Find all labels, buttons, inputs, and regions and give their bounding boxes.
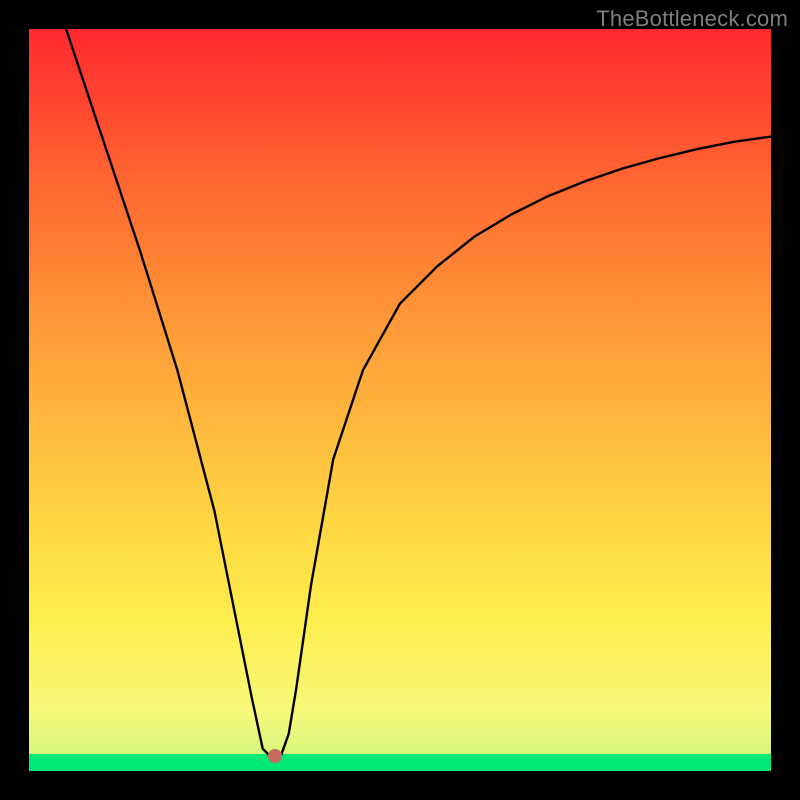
plot-area — [29, 29, 771, 771]
minimum-marker — [268, 749, 282, 763]
watermark-text: TheBottleneck.com — [596, 6, 788, 32]
line-curve — [29, 29, 771, 771]
chart-frame: TheBottleneck.com — [0, 0, 800, 800]
